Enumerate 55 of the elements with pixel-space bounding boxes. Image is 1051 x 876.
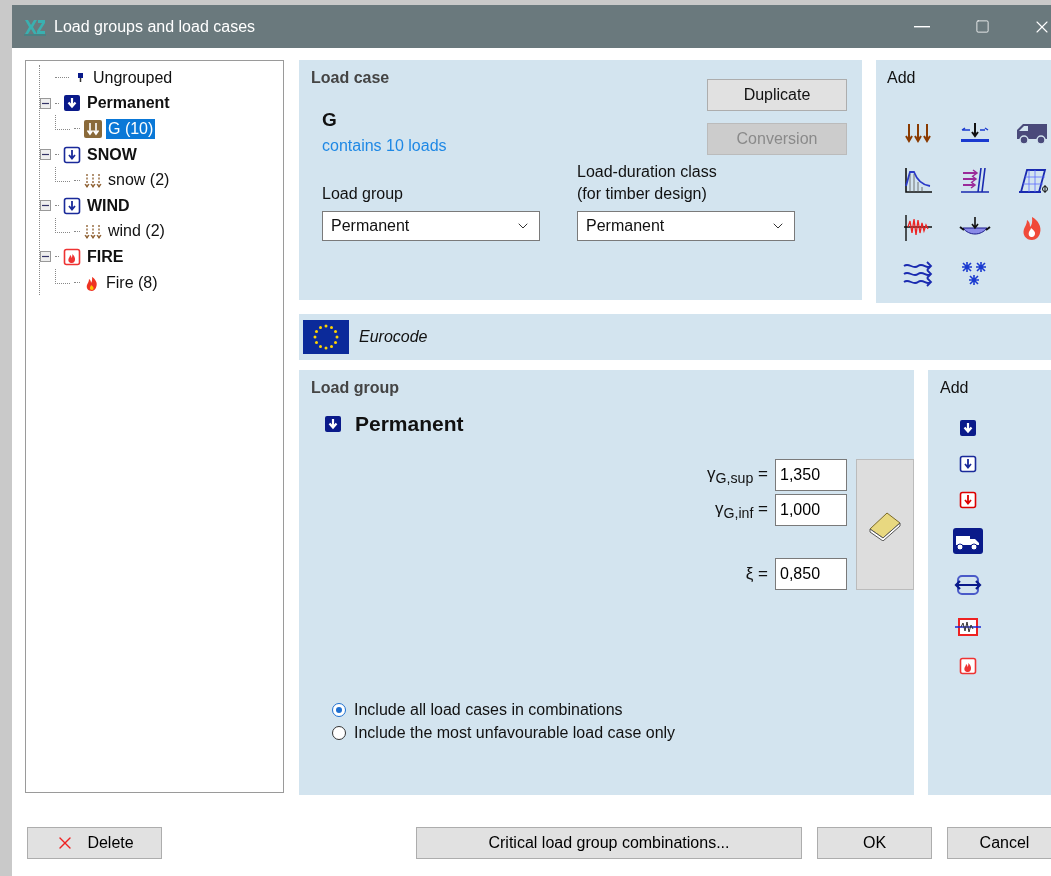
minimize-icon [914,25,930,28]
down-arrows-icon [84,120,102,138]
tree-item[interactable]: Fire (8) [104,272,160,293]
collapse-toggle[interactable] [40,200,51,212]
tree-item[interactable]: SNOW [85,144,139,165]
dropdown[interactable]: Permanent [577,211,795,241]
dialog-button[interactable]: Cancel [947,827,1051,859]
dropdown[interactable]: Permanent [322,211,540,241]
load-count-text: contains 10 loads [322,137,447,155]
factor-field[interactable]: 0,850 [775,558,847,590]
flag-icon [303,320,349,354]
load-case-name: G [322,109,338,131]
dialog-button[interactable]: Critical load group combinations... [416,827,802,859]
field-label: Load group [322,184,404,204]
flame-icon [63,247,81,266]
tree-item[interactable]: FIRE [85,246,126,267]
factor-label: γ$_{G,sup}$ = [707,463,768,487]
dialog-button[interactable]: OK [817,827,932,859]
collapse-toggle[interactable] [40,97,51,109]
wind-icon[interactable] [901,259,934,288]
tree-item[interactable]: WIND [85,195,132,216]
panel-heading: Load case [311,69,390,87]
window-title: Load groups and load cases [54,17,256,36]
tree-item[interactable]: Permanent [85,93,172,114]
factor-label: ξ = [745,564,768,584]
panel-heading: Load group [311,379,399,397]
tree-item[interactable]: G (10) [106,119,156,139]
collapse-toggle[interactable] [40,251,51,263]
wave-icon[interactable] [901,212,934,241]
field-label: Load-duration class (for timber design) [577,162,718,204]
down-arrows-icon [84,171,102,190]
panel-heading: Add [940,379,969,397]
tree-item[interactable]: Ungrouped [91,67,175,88]
code-label: Eurocode [359,328,428,346]
down-arrows-icon [84,222,102,241]
maximize-icon [974,19,990,34]
option-label: Include the most unfavourable load case only [354,724,676,742]
tree-item[interactable]: wind (2) [106,221,167,242]
duplicate-button[interactable]: Duplicate [707,79,847,111]
delete-button[interactable]: Delete [27,827,162,859]
factor-field[interactable]: 1,000 [775,494,847,526]
truck-icon[interactable] [951,527,984,555]
factor-label: γ$_{G,inf}$ = [714,498,768,522]
tree-item[interactable]: snow (2) [106,170,172,191]
radio-button[interactable] [332,726,346,740]
flame-icon[interactable] [958,657,977,675]
load-group-name: Permanent [355,412,464,436]
point-load-icon[interactable] [958,120,991,145]
wall-pressure-icon[interactable] [958,165,991,194]
panel-heading: Add [887,69,916,87]
radio-button[interactable] [332,703,346,717]
option-label: Include all load cases in combinations [354,701,623,719]
app-logo [24,17,46,36]
collapse-toggle[interactable] [40,149,51,161]
factor-field[interactable]: 1,350 [775,459,847,491]
